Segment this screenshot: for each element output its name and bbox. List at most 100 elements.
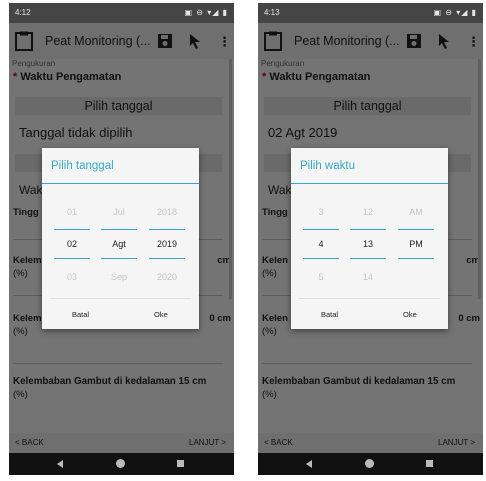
scrollbar[interactable] [478,59,481,299]
spinner-selected-value[interactable]: PM [398,239,434,249]
overflow-menu-icon[interactable]: ⋮ [467,34,480,50]
app-bar: Peat Monitoring (... ⋮ [9,23,234,59]
status-time: 4:12 [15,8,31,17]
depth-unit-label: 0 cm [458,313,480,324]
dialog-title-divider [42,183,199,184]
status-icons: ▣ ⊖ ▾◢ ▮ [184,8,228,17]
kelembaban-unit: (%) [13,326,28,337]
spinner-divider [350,258,386,259]
divider [262,363,472,364]
spinner-next-value[interactable]: 14 [350,272,386,282]
date-picker-dialog: Pilih tanggal 01 02 03 Jul Agt Sep 2018 … [42,148,199,329]
dialog-title: Pilih waktu [300,160,355,172]
spinner-divider [303,258,339,259]
dialog-title: Pilih tanggal [51,160,114,172]
kelembaban-unit: (%) [262,326,277,337]
required-mark: * [13,71,18,83]
spinner-divider [350,229,386,230]
kelembaban-unit: (%) [13,389,28,400]
spinner-prev-value[interactable]: 2018 [149,207,185,217]
spinner-divider [101,258,137,259]
field-label-waktu-pengamatan: * Waktu Pengamatan [13,71,121,83]
app-title: Peat Monitoring (... [294,34,400,48]
clipboard-icon [15,31,33,51]
cancel-button[interactable]: Batal [72,310,89,319]
kelembaban-unit: (%) [262,389,277,400]
spinner-prev-value[interactable]: 3 [303,207,339,217]
spinner-next-value[interactable]: 2020 [149,272,185,282]
kelembaban-label: Kelen [262,313,288,324]
spinner-selected-value[interactable]: 2019 [149,239,185,249]
kelembaban-15cm-label: Kelembaban Gambut di kedalaman 15 cm [262,376,456,387]
spinner-selected-value[interactable]: 02 [54,239,90,249]
date-value: Tanggal tidak dipilih [19,125,133,140]
cancel-button[interactable]: Batal [321,310,338,319]
spinner-divider [54,229,90,230]
save-icon[interactable] [406,33,422,49]
next-button[interactable]: LANJUT > [189,438,226,447]
spinner-divider [398,258,434,259]
app-title: Peat Monitoring (... [45,34,151,48]
divider [13,363,223,364]
section-label: Pengukuran [261,59,305,68]
ok-button[interactable]: Oke [403,310,417,319]
phone-screen-date-picker: 4:12 ▣ ⊖ ▾◢ ▮ Peat Monitoring (... ⋮ Pen… [9,3,234,475]
recents-nav-icon[interactable] [177,460,184,467]
time-picker-dialog: Pilih waktu 3 4 5 12 13 14 AM PM Batal O… [291,148,448,329]
spinner-divider [149,258,185,259]
spinner-selected-value[interactable]: 4 [303,239,339,249]
spinner-prev-value[interactable]: 01 [54,207,90,217]
dialog-button-divider [299,298,440,299]
status-bar: 4:13 ▣ ⊖ ▾◢ ▮ [258,3,483,23]
back-button[interactable]: < BACK [264,438,293,447]
phone-screen-time-picker: 4:13 ▣ ⊖ ▾◢ ▮ Peat Monitoring (... ⋮ Pen… [258,3,483,475]
ok-button[interactable]: Oke [154,310,168,319]
system-nav-bar [258,453,483,475]
spinner-next-value[interactable]: 03 [54,272,90,282]
kelembaban-label: Kelem [13,255,42,266]
spinner-next-value[interactable]: Sep [101,272,137,282]
status-bar: 4:12 ▣ ⊖ ▾◢ ▮ [9,3,234,23]
spinner-selected-value[interactable]: Agt [101,239,137,249]
tinggi-label: Tingg [13,207,39,218]
back-nav-icon[interactable] [57,460,63,468]
system-nav-bar [9,453,234,475]
date-value: 02 Agt 2019 [268,125,338,140]
bottom-nav: < BACK LANJUT > [9,433,234,453]
dialog-button-divider [50,298,191,299]
spinner-divider [303,229,339,230]
spinner-prev-value[interactable]: 12 [350,207,386,217]
section-label: Pengukuran [12,59,56,68]
back-nav-icon[interactable] [306,460,312,468]
pick-date-button[interactable]: Pilih tanggal [264,97,471,115]
cursor-icon[interactable] [436,32,452,50]
waktu-label: Wak [268,183,292,197]
spinner-next-value[interactable]: 5 [303,272,339,282]
scrollbar[interactable] [229,59,232,299]
clipboard-icon [264,31,282,51]
field-label-waktu-pengamatan: * Waktu Pengamatan [262,71,370,83]
dialog-title-divider [291,183,448,184]
bottom-nav: < BACK LANJUT > [258,433,483,453]
spinner-selected-value[interactable]: 13 [350,239,386,249]
spinner-divider [101,229,137,230]
spinner-divider [149,229,185,230]
cursor-icon[interactable] [187,32,203,50]
home-nav-icon[interactable] [365,459,374,468]
kelembaban-label: Kelen [262,255,288,266]
app-bar: Peat Monitoring (... ⋮ [258,23,483,59]
next-button[interactable]: LANJUT > [438,438,475,447]
pick-date-button[interactable]: Pilih tanggal [15,97,222,115]
spinner-prev-value[interactable]: Jul [101,207,137,217]
spinner-divider [54,258,90,259]
kelembaban-unit: (%) [262,268,277,279]
overflow-menu-icon[interactable]: ⋮ [218,34,231,50]
status-time: 4:13 [264,8,280,17]
spinner-prev-value[interactable]: AM [398,207,434,217]
back-button[interactable]: < BACK [15,438,44,447]
save-icon[interactable] [157,33,173,49]
tinggi-label: Tingg [262,207,288,218]
home-nav-icon[interactable] [116,459,125,468]
kelembaban-unit: (%) [13,268,28,279]
recents-nav-icon[interactable] [426,460,433,467]
